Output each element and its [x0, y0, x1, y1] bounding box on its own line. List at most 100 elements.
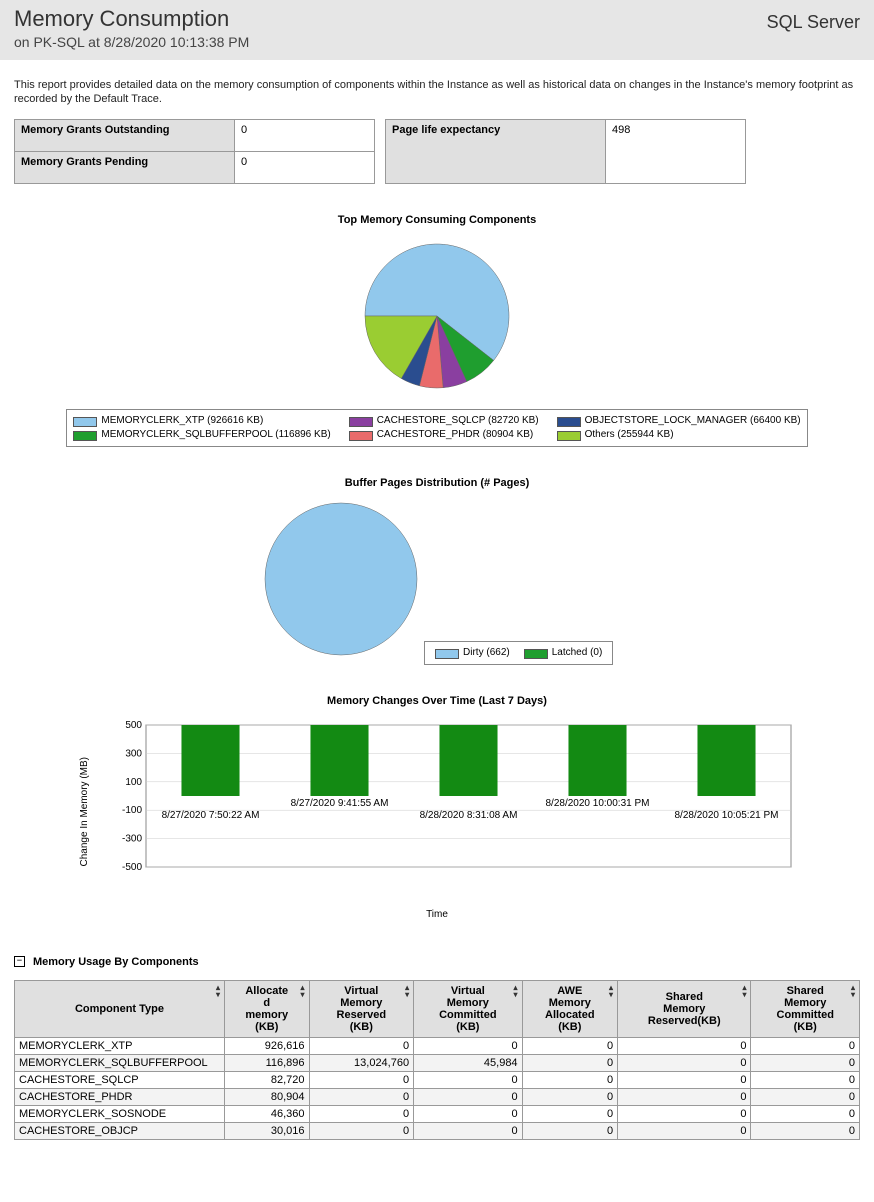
column-header[interactable]: ▴▾AWEMemoryAllocated(KB) — [522, 980, 618, 1037]
table-row: CACHESTORE_SQLCP82,72000000 — [15, 1071, 860, 1088]
column-header[interactable]: ▴▾SharedMemoryReserved(KB) — [618, 980, 751, 1037]
legend-swatch — [435, 649, 459, 659]
legend-label: Dirty (662) — [463, 647, 510, 658]
legend-swatch — [349, 417, 373, 427]
value-cell: 0 — [522, 1122, 618, 1139]
value-cell: 0 — [309, 1071, 414, 1088]
value-cell: 0 — [414, 1037, 522, 1054]
column-header[interactable]: ▴▾SharedMemoryCommitted(KB) — [751, 980, 860, 1037]
grants-pending-value: 0 — [235, 151, 375, 183]
svg-text:100: 100 — [125, 776, 142, 787]
value-cell: 80,904 — [225, 1088, 310, 1105]
value-cell: 0 — [309, 1122, 414, 1139]
sort-icon[interactable]: ▴▾ — [514, 984, 518, 998]
table-row: Memory Grants Pending 0 — [15, 151, 375, 183]
pie2-legend: Dirty (662)Latched (0) — [424, 641, 613, 665]
sort-icon[interactable]: ▴▾ — [742, 984, 746, 998]
legend-item: MEMORYCLERK_SQLBUFFERPOOL (116896 KB) — [73, 428, 330, 442]
y-axis-label: Change In Memory (MB) — [79, 757, 90, 866]
sort-icon[interactable]: ▴▾ — [609, 984, 613, 998]
value-cell: 0 — [309, 1105, 414, 1122]
legend-label: MEMORYCLERK_XTP (926616 KB) — [101, 415, 263, 426]
legend-item: CACHESTORE_SQLCP (82720 KB) — [349, 414, 539, 428]
legend-swatch — [349, 431, 373, 441]
table-row: Memory Grants Outstanding 0 — [15, 119, 375, 151]
table-row: MEMORYCLERK_XTP926,61600000 — [15, 1037, 860, 1054]
sort-icon[interactable]: ▴▾ — [301, 984, 305, 998]
component-name-cell: CACHESTORE_OBJCP — [15, 1122, 225, 1139]
value-cell: 45,984 — [414, 1054, 522, 1071]
column-header[interactable]: ▴▾Component Type — [15, 980, 225, 1037]
component-name-cell: CACHESTORE_PHDR — [15, 1088, 225, 1105]
chart-title: Buffer Pages Distribution (# Pages) — [0, 477, 874, 489]
page-life-table: Page life expectancy 498 — [385, 119, 746, 184]
section-title: Memory Usage By Components — [33, 956, 199, 968]
component-name-cell: CACHESTORE_SQLCP — [15, 1071, 225, 1088]
svg-text:8/28/2020 10:05:21 PM: 8/28/2020 10:05:21 PM — [674, 810, 778, 821]
svg-text:500: 500 — [125, 720, 142, 731]
collapse-icon[interactable]: − — [14, 956, 25, 967]
value-cell: 0 — [618, 1105, 751, 1122]
value-cell: 0 — [618, 1122, 751, 1139]
value-cell: 0 — [751, 1054, 860, 1071]
value-cell: 0 — [522, 1071, 618, 1088]
table-row: CACHESTORE_OBJCP30,01600000 — [15, 1122, 860, 1139]
value-cell: 0 — [414, 1122, 522, 1139]
value-cell: 0 — [751, 1105, 860, 1122]
report-header: Memory Consumption on PK-SQL at 8/28/202… — [0, 0, 874, 60]
report-description: This report provides detailed data on th… — [0, 60, 874, 119]
value-cell: 13,024,760 — [309, 1054, 414, 1071]
component-name-cell: MEMORYCLERK_XTP — [15, 1037, 225, 1054]
table-row: CACHESTORE_PHDR80,90400000 — [15, 1088, 860, 1105]
sort-icon[interactable]: ▴▾ — [216, 984, 220, 998]
value-cell: 0 — [414, 1105, 522, 1122]
value-cell: 926,616 — [225, 1037, 310, 1054]
chart-title: Top Memory Consuming Components — [0, 214, 874, 226]
legend-swatch — [557, 417, 581, 427]
column-header[interactable]: ▴▾VirtualMemoryReserved(KB) — [309, 980, 414, 1037]
legend-swatch — [557, 431, 581, 441]
component-name-cell: MEMORYCLERK_SOSNODE — [15, 1105, 225, 1122]
value-cell: 82,720 — [225, 1071, 310, 1088]
value-cell: 0 — [751, 1037, 860, 1054]
svg-text:300: 300 — [125, 748, 142, 759]
sort-icon[interactable]: ▴▾ — [405, 984, 409, 998]
metrics-row: Memory Grants Outstanding 0 Memory Grant… — [0, 119, 874, 204]
value-cell: 0 — [618, 1037, 751, 1054]
svg-text:-100: -100 — [121, 805, 141, 816]
legend-item: OBJECTSTORE_LOCK_MANAGER (66400 KB) — [557, 414, 801, 428]
svg-text:8/28/2020 10:00:31 PM: 8/28/2020 10:00:31 PM — [545, 798, 649, 809]
svg-text:-500: -500 — [121, 862, 141, 873]
value-cell: 0 — [751, 1088, 860, 1105]
pie1-legend: MEMORYCLERK_XTP (926616 KB) CACHESTORE_SQ… — [66, 409, 807, 447]
product-name: SQL Server — [767, 6, 860, 33]
value-cell: 46,360 — [225, 1105, 310, 1122]
value-cell: 0 — [618, 1088, 751, 1105]
memory-changes-bar-section: Memory Changes Over Time (Last 7 Days) C… — [0, 695, 874, 920]
legend-item: MEMORYCLERK_XTP (926616 KB) — [73, 414, 330, 428]
legend-swatch — [73, 431, 97, 441]
buffer-pages-pie-chart — [261, 499, 421, 659]
legend-item: Dirty (662) — [435, 646, 510, 660]
column-header[interactable]: ▴▾VirtualMemoryCommitted(KB) — [414, 980, 522, 1037]
column-header[interactable]: ▴▾Allocatedmemory(KB) — [225, 980, 310, 1037]
value-cell: 0 — [414, 1088, 522, 1105]
value-cell: 0 — [522, 1037, 618, 1054]
grants-pending-label: Memory Grants Pending — [15, 151, 235, 183]
svg-text:8/28/2020 8:31:08 AM: 8/28/2020 8:31:08 AM — [419, 810, 517, 821]
top-memory-pie-section: Top Memory Consuming Components MEMORYCL… — [0, 214, 874, 447]
value-cell: 0 — [751, 1122, 860, 1139]
chart-title: Memory Changes Over Time (Last 7 Days) — [0, 695, 874, 707]
header-left: Memory Consumption on PK-SQL at 8/28/202… — [14, 6, 249, 50]
table-row: MEMORYCLERK_SOSNODE46,36000000 — [15, 1105, 860, 1122]
sort-icon[interactable]: ▴▾ — [851, 984, 855, 998]
value-cell: 0 — [309, 1037, 414, 1054]
page-subtitle: on PK-SQL at 8/28/2020 10:13:38 PM — [14, 34, 249, 50]
value-cell: 0 — [522, 1105, 618, 1122]
value-cell: 0 — [522, 1054, 618, 1071]
legend-label: Others (255944 KB) — [585, 429, 674, 440]
buffer-pages-pie-section: Buffer Pages Distribution (# Pages) Dirt… — [0, 477, 874, 665]
svg-text:8/27/2020 9:41:55 AM: 8/27/2020 9:41:55 AM — [290, 798, 388, 809]
legend-swatch — [524, 649, 548, 659]
svg-text:8/27/2020 7:50:22 AM: 8/27/2020 7:50:22 AM — [161, 810, 259, 821]
